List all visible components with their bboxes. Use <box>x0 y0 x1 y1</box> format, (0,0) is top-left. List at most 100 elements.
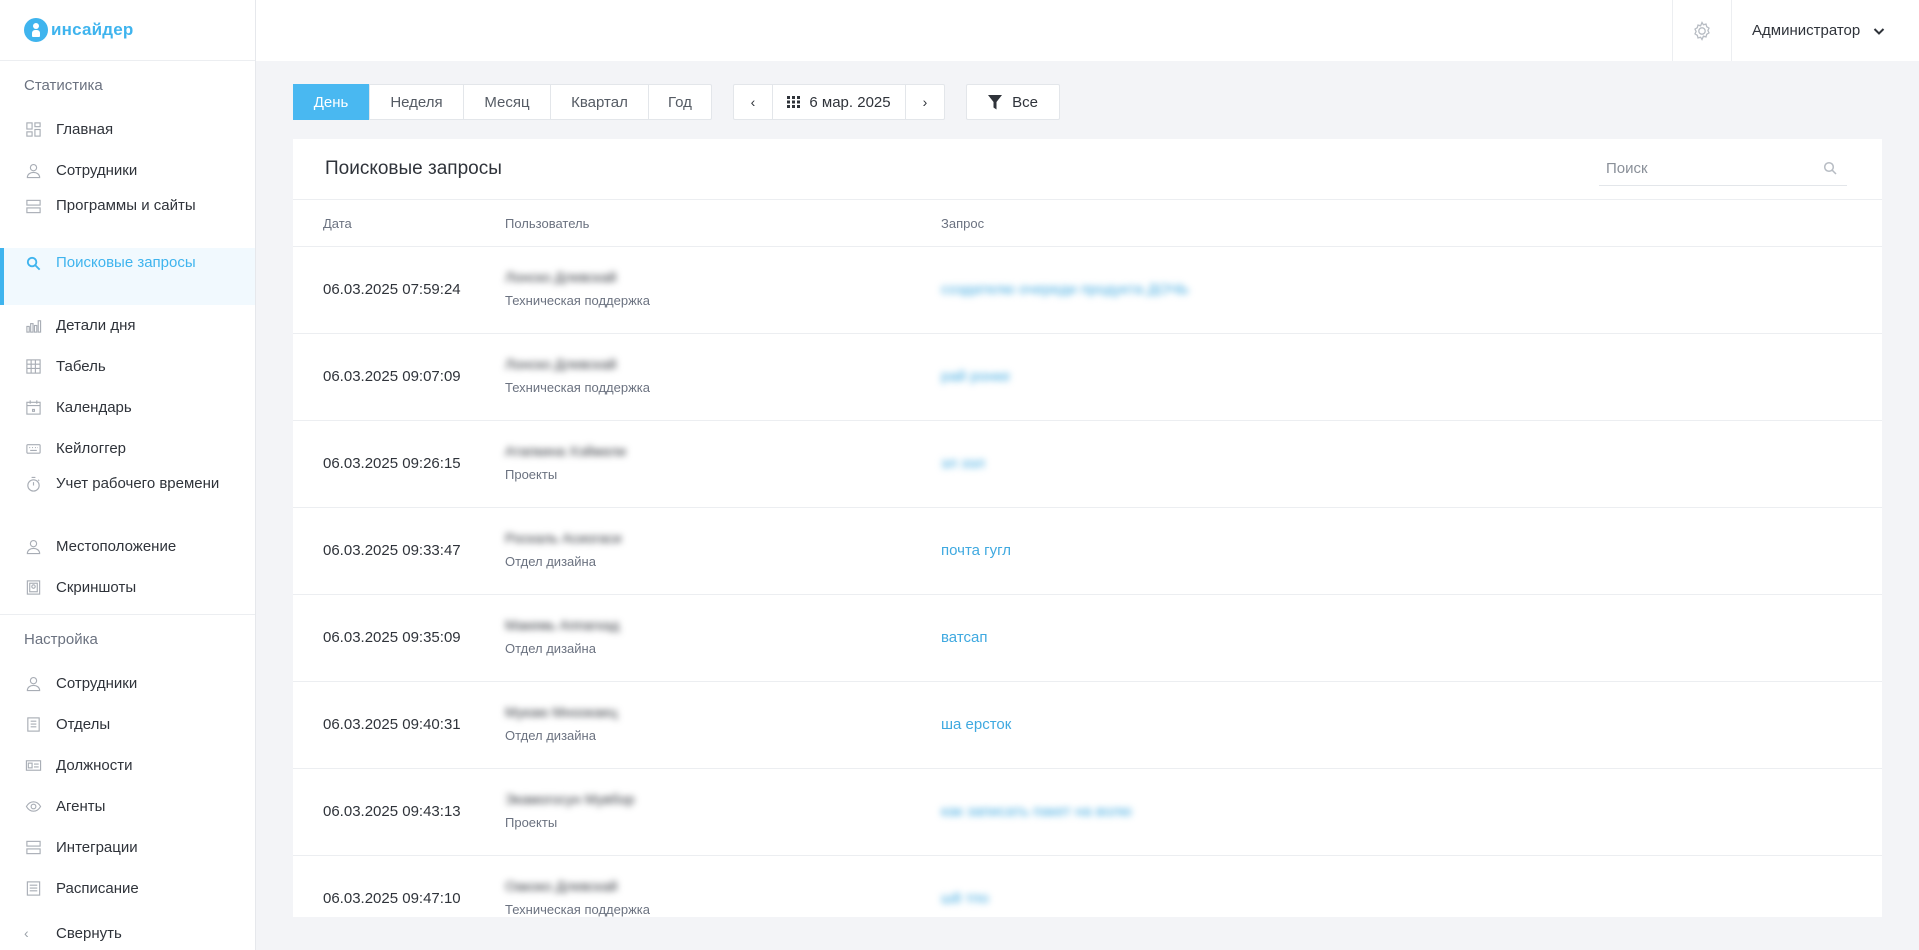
sidebar-item-label: Программы и сайты <box>56 197 196 214</box>
page-title: Поисковые запросы <box>325 158 502 179</box>
user-icon <box>24 675 42 693</box>
period-day-button[interactable]: День <box>293 84 370 120</box>
row-user-name[interactable]: Экамогосун Мувбор <box>505 791 635 807</box>
sidebar-item-label: Поисковые запросы <box>56 254 196 271</box>
row-user-department: Техническая поддержка <box>505 902 650 917</box>
current-date: 6 мар. 2025 <box>809 93 891 111</box>
next-date-button[interactable]: › <box>906 85 944 119</box>
sidebar-item-calendar[interactable]: Календарь <box>0 387 255 428</box>
sidebar-item-label: Расписание <box>56 880 139 897</box>
period-month-button[interactable]: Месяц <box>464 85 551 119</box>
integrations-icon <box>24 839 42 857</box>
column-header-query[interactable]: Запрос <box>941 216 984 231</box>
sidebar-item-agents[interactable]: Агенты <box>0 786 255 827</box>
sidebar-item-label: Главная <box>56 121 114 138</box>
row-user-name[interactable]: Атапкина Хэйжели <box>505 443 626 459</box>
logo[interactable]: инсайдер <box>0 0 255 61</box>
card-header: Поисковые запросы <box>293 139 1882 200</box>
table-row[interactable]: 06.03.2025 09:43:13 Экамогосун Мувбор Прое… <box>293 769 1882 856</box>
row-query-link[interactable]: создателю очереди продукта ДОЧЬ <box>941 281 1189 298</box>
period-week-button[interactable]: Неделя <box>370 85 464 119</box>
table-row[interactable]: 06.03.2025 09:26:15 Атапкина Хэйжели Проек… <box>293 421 1882 508</box>
row-user-department: Отдел дизайна <box>505 641 596 656</box>
stats-section-title: Статистика <box>24 76 103 94</box>
period-quarter-button[interactable]: Квартал <box>551 85 649 119</box>
user-menu[interactable]: Администратор <box>1752 0 1886 61</box>
row-date: 06.03.2025 09:47:10 <box>323 890 461 907</box>
sidebar-item-settings-employees[interactable]: Сотрудники <box>0 663 255 704</box>
filter-button[interactable]: Все <box>966 84 1060 120</box>
table-row[interactable]: 06.03.2025 09:40:31 Мукаю Мноокаец Отдел д… <box>293 682 1882 769</box>
row-query-link[interactable]: как записать пакет на волю <box>941 803 1132 820</box>
table-row[interactable]: 06.03.2025 09:47:10 Оакоко Длевскай Технич… <box>293 856 1882 917</box>
filter-label: Все <box>1012 93 1038 111</box>
row-query-link[interactable]: почта гугл <box>941 542 1011 559</box>
sidebar-item-integrations[interactable]: Интеграции <box>0 827 255 868</box>
row-user-name[interactable]: Макемь Аппагкад <box>505 617 619 633</box>
table-row[interactable]: 06.03.2025 09:07:09 Лонско Длевскай Технич… <box>293 334 1882 421</box>
user-name: Администратор <box>1752 22 1861 39</box>
row-query-link[interactable]: ша ерсток <box>941 716 1011 733</box>
row-query-link[interactable]: рай ронке <box>941 368 1010 385</box>
collapse-label: Свернуть <box>56 924 122 942</box>
sidebar-item-departments[interactable]: Отделы <box>0 704 255 745</box>
row-query-link[interactable]: ватсап <box>941 629 987 646</box>
sidebar-item-label: Скриншоты <box>56 579 137 596</box>
date-picker[interactable]: 6 мар. 2025 <box>772 85 906 119</box>
sidebar-item-label: Кейлоггер <box>56 440 127 457</box>
row-user-department: Отдел дизайна <box>505 728 596 743</box>
bar-chart-icon <box>24 317 42 335</box>
date-navigator: ‹ 6 мар. 2025 › <box>733 84 945 120</box>
chevron-left-icon: ‹ <box>24 925 29 941</box>
row-user-department: Техническая поддержка <box>505 380 650 395</box>
sidebar-item-label: Календарь <box>56 399 132 416</box>
sidebar-item-label: Табель <box>56 358 106 375</box>
search-icon <box>24 254 42 272</box>
row-user-name[interactable]: Оакоко Длевскай <box>505 878 617 894</box>
row-date: 06.03.2025 09:33:47 <box>323 542 461 559</box>
table-row[interactable]: 06.03.2025 09:33:47 Роскаль Асиогаси Отдел… <box>293 508 1882 595</box>
sidebar-item-positions[interactable]: Должности <box>0 745 255 786</box>
table-body: 06.03.2025 07:59:24 Лонско Длевскай Технич… <box>293 247 1882 917</box>
row-user-name[interactable]: Роскаль Асиогаси <box>505 530 621 546</box>
sidebar-item-keylogger[interactable]: Кейлоггер <box>0 428 255 469</box>
row-query-link[interactable]: ш8 тпо <box>941 890 989 907</box>
sidebar-item-location[interactable]: Местоположение <box>0 526 255 567</box>
location-icon <box>24 538 42 556</box>
sidebar-item-main[interactable]: Главная <box>0 109 255 150</box>
table-row[interactable]: 06.03.2025 07:59:24 Лонско Длевскай Технич… <box>293 247 1882 334</box>
row-user-department: Отдел дизайна <box>505 554 596 569</box>
table-row[interactable]: 06.03.2025 09:35:09 Макемь Аппагкад Отдел … <box>293 595 1882 682</box>
sidebar-item-search-queries[interactable]: Поисковые запросы <box>0 248 255 305</box>
search-queries-card: Поисковые запросы Дата Пользователь Запр… <box>293 139 1882 917</box>
eye-icon <box>24 798 42 816</box>
row-user-name[interactable]: Лонско Длевскай <box>505 269 616 285</box>
logo-icon <box>24 18 48 42</box>
chevron-left-icon: ‹ <box>750 94 756 110</box>
sidebar-item-timesheet[interactable]: Табель <box>0 346 255 387</box>
column-header-date[interactable]: Дата <box>323 216 352 231</box>
gear-icon <box>1694 20 1710 41</box>
row-query-link[interactable]: эл ээл <box>941 455 985 472</box>
search-icon[interactable] <box>1823 161 1837 175</box>
sidebar-item-schedule[interactable]: Расписание <box>0 868 255 909</box>
column-header-user[interactable]: Пользователь <box>505 216 589 231</box>
schedule-icon <box>24 880 42 898</box>
sidebar-item-employees[interactable]: Сотрудники <box>0 150 255 191</box>
sidebar-item-screenshots[interactable]: Скриншоты <box>0 567 255 608</box>
sidebar-item-time-tracking[interactable]: Учет рабочего времени <box>0 469 255 526</box>
period-year-button[interactable]: Год <box>649 85 711 119</box>
collapse-sidebar-button[interactable]: ‹ Свернуть <box>0 916 255 950</box>
chevron-right-icon: › <box>922 94 928 110</box>
filter-icon <box>988 94 1003 109</box>
sidebar-item-label: Местоположение <box>56 538 177 555</box>
row-user-name[interactable]: Лонско Длевскай <box>505 356 616 372</box>
settings-button[interactable] <box>1672 0 1732 61</box>
previous-date-button[interactable]: ‹ <box>734 85 772 119</box>
sidebar-item-apps[interactable]: Программы и сайты <box>0 191 255 248</box>
timer-icon <box>24 475 42 493</box>
sidebar-item-label: Учет рабочего времени <box>56 475 220 492</box>
search-input[interactable] <box>1599 160 1809 177</box>
sidebar-item-day-details[interactable]: Детали дня <box>0 305 255 346</box>
row-user-name[interactable]: Мукаю Мноокаец <box>505 704 617 720</box>
